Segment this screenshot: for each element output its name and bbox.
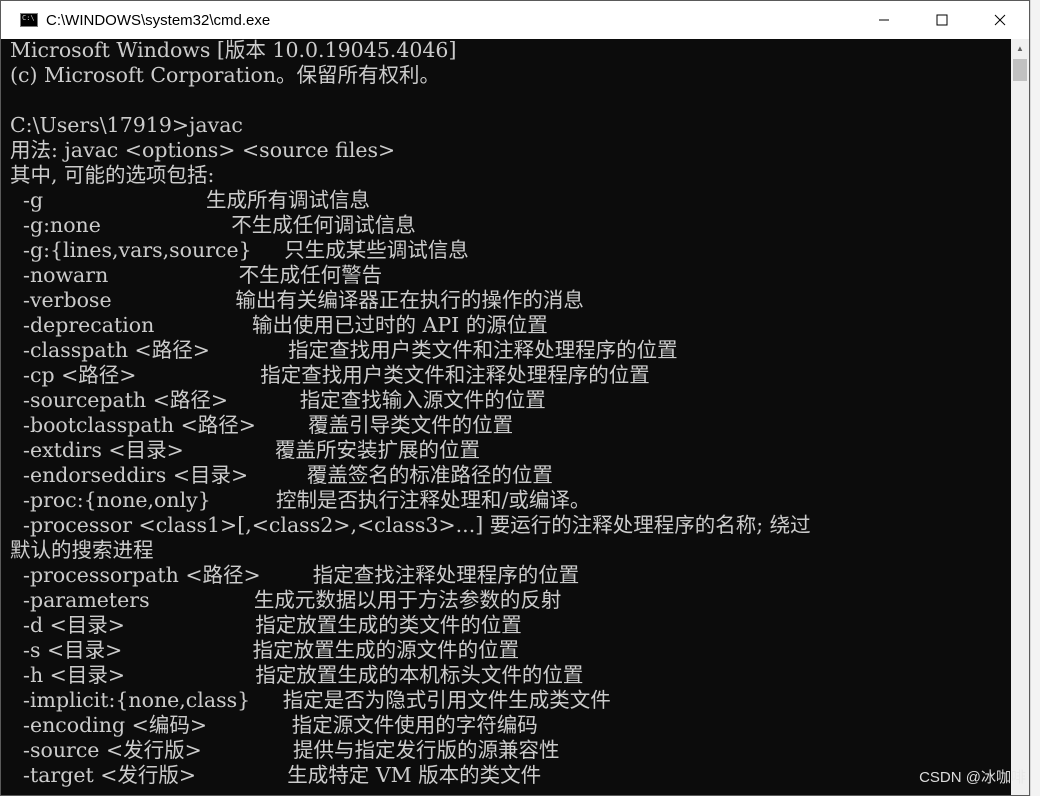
console-line: -target <发行版> 生成特定 VM 版本的类文件 xyxy=(10,763,542,787)
console-line: C:\Users\17919>javac xyxy=(10,113,243,137)
window-title: C:\WINDOWS\system32\cmd.exe xyxy=(46,11,271,29)
console-line: -proc:{none,only} 控制是否执行注释处理和/或编译。 xyxy=(10,488,591,512)
console-line: -cp <路径> 指定查找用户类文件和注释处理程序的位置 xyxy=(10,363,650,387)
console-line: -g:{lines,vars,source} 只生成某些调试信息 xyxy=(10,238,469,262)
console-line: 默认的搜索进程 xyxy=(10,538,154,562)
console-line: -parameters 生成元数据以用于方法参数的反射 xyxy=(10,588,562,612)
vertical-scrollbar[interactable]: ▲ xyxy=(1011,39,1029,795)
scroll-up-icon[interactable]: ▲ xyxy=(1011,39,1029,57)
console-line: -extdirs <目录> 覆盖所安装扩展的位置 xyxy=(10,438,480,462)
console-line: -endorseddirs <目录> 覆盖签名的标准路径的位置 xyxy=(10,463,553,487)
cmd-window: C:\WINDOWS\system32\cmd.exe Microsoft Wi… xyxy=(0,0,1030,796)
console-line: -deprecation 输出使用已过时的 API 的源位置 xyxy=(10,313,548,337)
console-line: -bootclasspath <路径> 覆盖引导类文件的位置 xyxy=(10,413,514,437)
close-icon xyxy=(994,14,1006,26)
console-line: -h <目录> 指定放置生成的本机标头文件的位置 xyxy=(10,663,584,687)
console-line: 用法: javac <options> <source files> xyxy=(10,138,396,162)
console-line: -sourcepath <路径> 指定查找输入源文件的位置 xyxy=(10,388,546,412)
console-line: -g:none 不生成任何调试信息 xyxy=(10,213,416,237)
console-line: -s <目录> 指定放置生成的源文件的位置 xyxy=(10,638,520,662)
background-desktop-strip xyxy=(1030,0,1040,796)
watermark: CSDN @冰咖啡 xyxy=(919,769,1026,786)
console-line: -processorpath <路径> 指定查找注释处理程序的位置 xyxy=(10,563,580,587)
console-output[interactable]: Microsoft Windows [版本 10.0.19045.4046] (c… xyxy=(1,39,1011,795)
console-line: -verbose 输出有关编译器正在执行的操作的消息 xyxy=(10,288,584,312)
console-line: -implicit:{none,class} 指定是否为隐式引用文件生成类文件 xyxy=(10,688,611,712)
console-line: -classpath <路径> 指定查找用户类文件和注释处理程序的位置 xyxy=(10,338,678,362)
console-line: Microsoft Windows [版本 10.0.19045.4046] xyxy=(10,39,457,62)
console-line: -g 生成所有调试信息 xyxy=(10,188,370,212)
scrollbar-thumb[interactable] xyxy=(1013,59,1027,81)
console-line: -processor <class1>[,<class2>,<class3>..… xyxy=(10,513,811,537)
console-line: 其中, 可能的选项包括: xyxy=(10,163,215,187)
cmd-icon[interactable] xyxy=(20,13,38,27)
title-bar[interactable]: C:\WINDOWS\system32\cmd.exe xyxy=(1,1,1029,40)
window-controls xyxy=(855,1,1029,39)
console-line: (c) Microsoft Corporation。保留所有权利。 xyxy=(10,63,441,87)
maximize-button[interactable] xyxy=(913,1,971,39)
console-line: -encoding <编码> 指定源文件使用的字符编码 xyxy=(10,713,538,737)
console-line: -nowarn 不生成任何警告 xyxy=(10,263,383,287)
maximize-icon xyxy=(936,14,948,26)
console-line: -d <目录> 指定放置生成的类文件的位置 xyxy=(10,613,522,637)
console-line: -source <发行版> 提供与指定发行版的源兼容性 xyxy=(10,738,560,762)
minimize-button[interactable] xyxy=(855,1,913,39)
close-button[interactable] xyxy=(971,1,1029,39)
minimize-icon xyxy=(879,19,889,21)
